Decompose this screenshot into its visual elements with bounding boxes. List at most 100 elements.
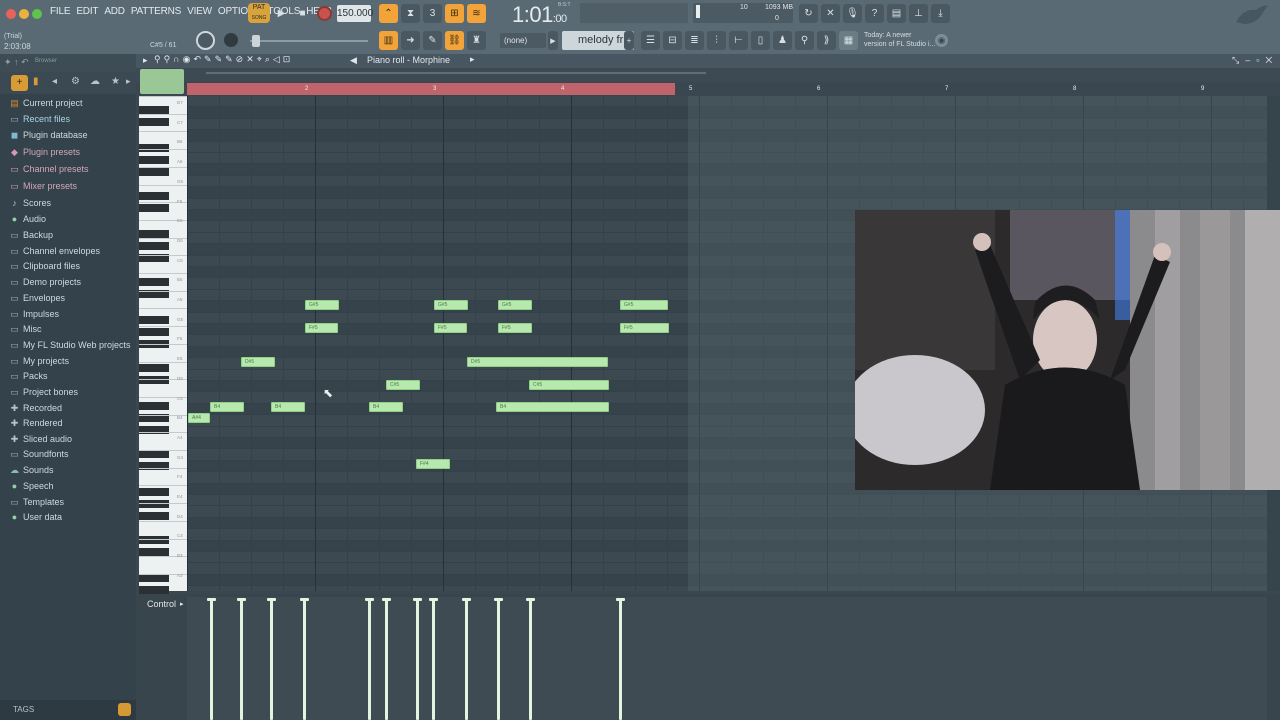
menu-add[interactable]: ADD [104,6,125,22]
velocity-bar[interactable] [529,600,532,720]
loop-region[interactable] [187,83,675,95]
browser-plugins-button[interactable]: ◂ [52,76,57,87]
black-key[interactable] [139,548,169,556]
mixer-button[interactable]: ⫶ [707,31,726,50]
note[interactable]: D#5 [467,357,608,367]
browser-starred-button[interactable]: ★ [111,76,120,87]
browser-more-button[interactable]: ▸ [126,76,131,87]
browser-item[interactable]: ✚ Recorded [10,401,62,415]
browser-nav-icon[interactable]: ✦ ↑ ↶ [4,57,29,68]
project-info-button[interactable]: ⚲ [795,31,814,50]
velocity-handle[interactable] [267,598,276,601]
tools-button[interactable]: ✕ [821,4,840,23]
velocity-handle[interactable] [365,598,374,601]
browser-item[interactable]: ● User data [10,510,62,524]
close-window-icon[interactable] [6,9,16,19]
typing-keyboard-button[interactable]: ♜ [467,31,486,50]
time-format-label[interactable]: B:S:T [558,2,571,8]
zoom-preview-box[interactable] [140,69,184,94]
black-key[interactable] [139,242,169,250]
overview-scrollbar[interactable] [206,72,706,74]
velocity-bar[interactable] [210,600,213,720]
note[interactable]: D#5 [241,357,275,367]
browser-folder-button[interactable]: ▮ [33,76,39,87]
browser-samples-button[interactable]: ⚙ [71,76,80,87]
browser-item[interactable]: ▭ Recent files [10,112,70,126]
browser-item[interactable]: ▭ Impulses [10,307,59,321]
master-pitch-knob[interactable] [224,33,238,47]
news-ticker[interactable]: Today: A newer version of FL Studio i... [864,31,935,49]
download-button[interactable]: ⤓ [931,4,950,23]
browser-item[interactable]: ▭ Channel presets [10,162,88,176]
piano-roll-tool-icons[interactable]: ⚲⚲∩◉↶✎✎✎⊘✕⌖⌕◁⊡ [154,54,293,65]
piano-roll-speaker-icon[interactable]: ◀ [350,55,357,66]
browser-item[interactable]: ♪ Scores [10,196,51,210]
velocity-bar[interactable] [497,600,500,720]
black-key[interactable] [139,488,169,496]
velocity-bar[interactable] [619,600,622,720]
black-key[interactable] [139,536,169,544]
browser-cloud-button[interactable]: ☁ [90,76,100,87]
browser-item[interactable]: ● Speech [10,479,54,493]
velocity-bar[interactable] [416,600,419,720]
note[interactable]: G#5 [620,300,668,310]
black-key[interactable] [139,328,169,336]
snap-button[interactable]: ▥ [379,31,398,50]
save-button[interactable]: ▤ [887,4,906,23]
pattern-prev-button[interactable]: ▶ [548,31,558,50]
black-key[interactable] [139,364,169,372]
browser-item[interactable]: ▭ Backup [10,228,53,242]
note[interactable]: F#4 [416,459,450,469]
browser-item[interactable]: ▭ My FL Studio Web projects [10,338,130,352]
velocity-handle[interactable] [616,598,625,601]
velocity-handle[interactable] [382,598,391,601]
browser-item[interactable]: ▭ Mixer presets [10,179,77,193]
master-pitch-slider-handle[interactable] [252,35,260,47]
stop-button[interactable]: ■ [293,4,312,23]
note[interactable]: F#5 [434,323,467,333]
velocity-handle[interactable] [429,598,438,601]
black-key[interactable] [139,574,169,582]
control-label[interactable]: Control [147,599,176,609]
browser-item[interactable]: ▭ Channel envelopes [10,244,100,258]
record-button[interactable] [317,6,332,21]
browser-item[interactable]: ✚ Rendered [10,416,63,430]
window-controls[interactable]: ⤡–▫✕ [1232,55,1278,66]
black-key[interactable] [139,402,169,410]
control-chevron-icon[interactable]: ▸ [180,600,184,608]
countdown-button[interactable]: 3 [423,4,442,23]
play-button[interactable]: ▶ [272,4,291,23]
menu-edit[interactable]: EDIT [76,6,98,22]
velocity-bar[interactable] [240,600,243,720]
note[interactable]: F#5 [305,323,338,333]
velocity-lane[interactable] [187,597,1267,720]
pat-song-toggle[interactable]: PAT SONG [248,3,270,23]
black-key[interactable] [139,316,169,324]
velocity-bar[interactable] [368,600,371,720]
tags-search-button[interactable] [118,703,131,716]
browser-item[interactable]: ▭ Envelopes [10,291,65,305]
wait-for-input-button[interactable]: ⧗ [401,4,420,23]
tempo-display[interactable]: 150.000 [337,5,373,22]
render-button[interactable]: ⊥ [909,4,928,23]
touch-keyboard-button[interactable]: ♟ [773,31,792,50]
velocity-bar[interactable] [385,600,388,720]
note[interactable]: B4 [210,402,244,412]
browser-item[interactable]: ▭ Project bones [10,385,78,399]
browser-item[interactable]: ▭ Templates [10,495,64,509]
pattern-add-button[interactable]: + [624,31,634,50]
undo-history-button[interactable]: ↻ [799,4,818,23]
browser-item[interactable]: ▭ My projects [10,354,69,368]
record-audio-button[interactable]: 🎙 [843,4,862,23]
note[interactable]: F#5 [620,323,669,333]
piano-roll-menu-icon[interactable]: ▸ [143,55,148,66]
browser-item[interactable]: ◆ Plugin presets [10,145,80,159]
velocity-handle[interactable] [494,598,503,601]
pencil-tool-button[interactable]: ✎ [423,31,442,50]
browser-item[interactable]: ▭ Packs [10,369,47,383]
plugin-picker-button[interactable]: ▯ [751,31,770,50]
master-pitch-slider[interactable] [250,40,368,42]
browser-item[interactable]: ▭ Clipboard files [10,259,80,273]
master-volume-knob[interactable] [196,31,215,50]
note[interactable]: F#5 [498,323,532,333]
